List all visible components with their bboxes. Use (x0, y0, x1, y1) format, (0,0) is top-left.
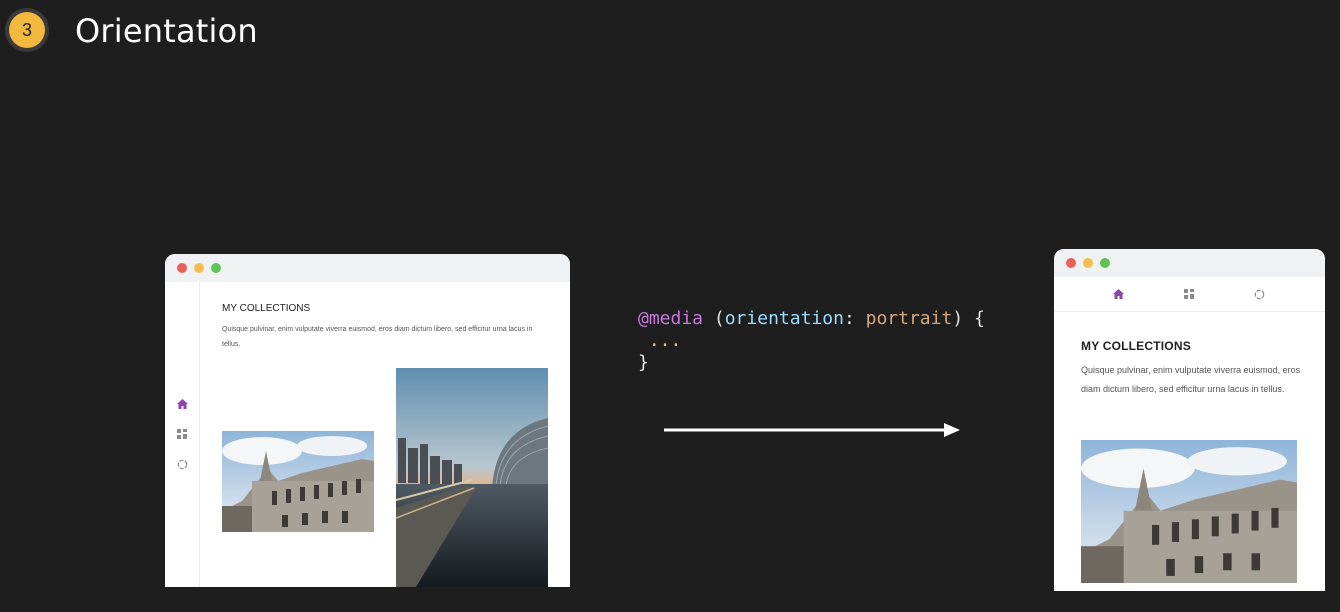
city-skyline-photo (396, 368, 548, 587)
collections-description: Quisque pulvinar, enim vulputate viverra… (1081, 365, 1301, 394)
side-nav (165, 282, 200, 587)
home-icon[interactable] (176, 398, 188, 410)
home-icon[interactable] (1112, 288, 1124, 300)
code-at-rule: @media (638, 308, 704, 329)
loader-icon[interactable] (176, 458, 188, 470)
code-property: orientation (724, 308, 844, 329)
maximize-dot[interactable] (1100, 258, 1110, 268)
maximize-dot[interactable] (211, 263, 221, 273)
window-titlebar (1054, 249, 1325, 277)
close-dot[interactable] (177, 263, 187, 273)
slide-title: Orientation (75, 12, 258, 50)
code-value: portrait (865, 308, 953, 329)
grid-icon[interactable] (176, 428, 188, 440)
grid-icon[interactable] (1183, 288, 1195, 300)
minimize-dot[interactable] (194, 263, 204, 273)
step-badge: 3 (5, 8, 49, 52)
cathedral-photo (1081, 440, 1297, 583)
loader-icon[interactable] (1253, 288, 1265, 300)
code-line-3: } (638, 352, 649, 373)
landscape-browser-window: MY COLLECTIONS Quisque pulvinar, enim vu… (165, 254, 570, 587)
portrait-browser-window: MY COLLECTIONS Quisque pulvinar, enim vu… (1054, 249, 1325, 591)
collections-heading: MY COLLECTIONS (222, 303, 311, 314)
cathedral-photo (222, 431, 374, 532)
window-titlebar (165, 254, 570, 282)
step-number: 3 (9, 12, 45, 48)
transition-arrow (664, 423, 960, 437)
collections-heading: MY COLLECTIONS (1081, 339, 1191, 353)
collections-description: Quisque pulvinar, enim vulputate viverra… (222, 326, 533, 348)
code-line-2: ... (638, 330, 682, 351)
media-query-code: @media (orientation: portrait) { ... } (638, 308, 985, 374)
top-nav (1054, 277, 1325, 312)
code-close: ) { (952, 308, 985, 329)
code-line-1: @media (orientation: portrait) { (638, 308, 985, 330)
close-dot[interactable] (1066, 258, 1076, 268)
code-colon: : (843, 308, 866, 329)
minimize-dot[interactable] (1083, 258, 1093, 268)
code-open-paren: ( (703, 308, 725, 329)
